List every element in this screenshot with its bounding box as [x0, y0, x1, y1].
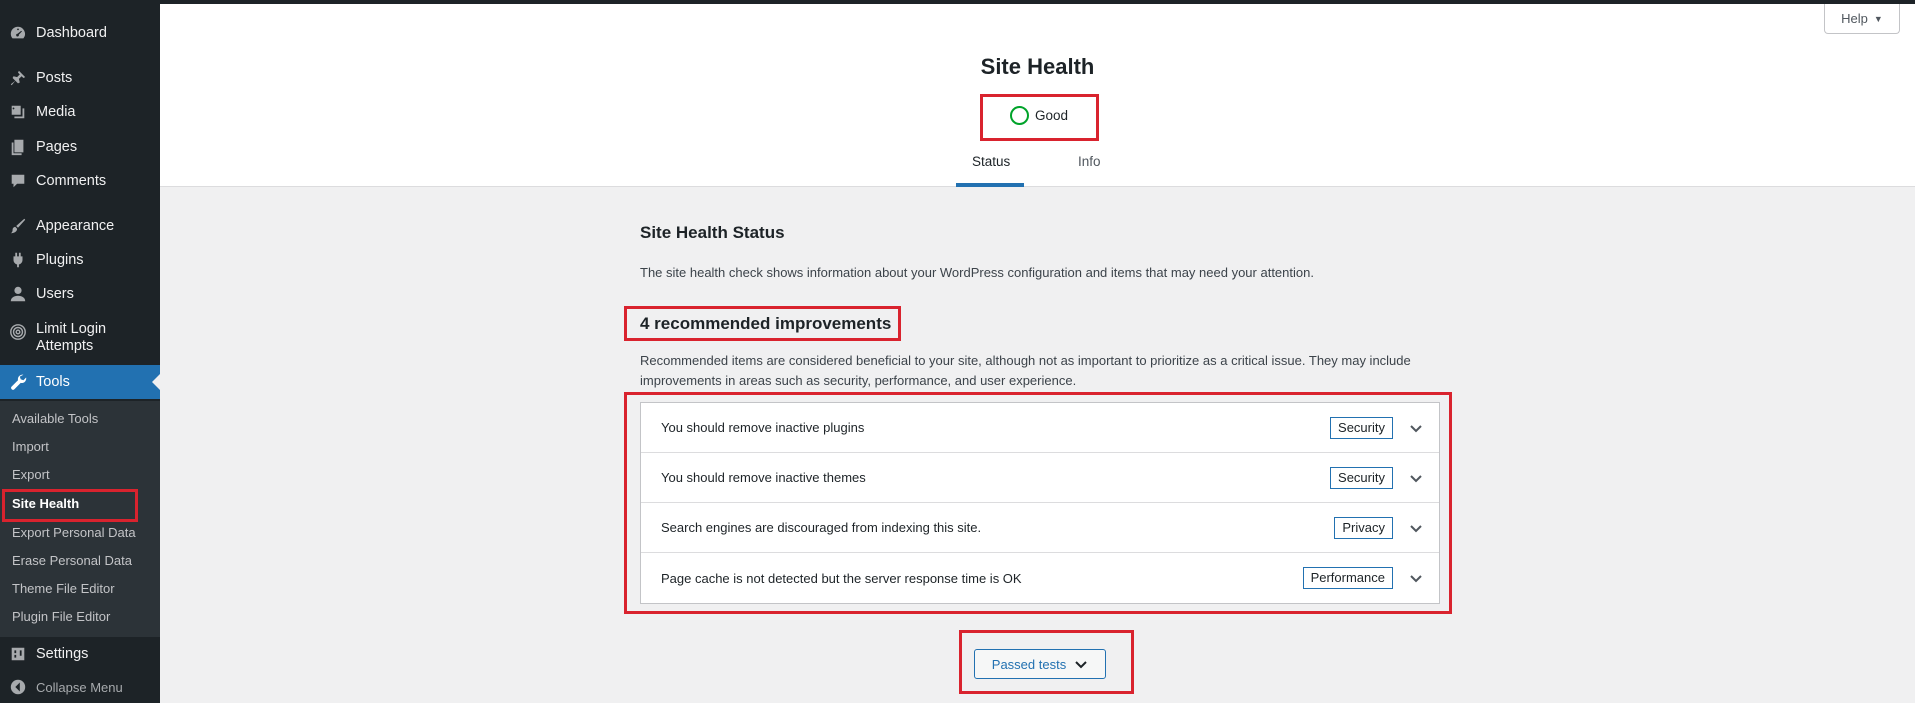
- active-tab-indicator: [956, 183, 1024, 187]
- issue-row[interactable]: Search engines are discouraged from inde…: [641, 503, 1439, 553]
- sidebar-item-plugins[interactable]: Plugins: [0, 243, 160, 277]
- submenu-import[interactable]: Import: [12, 439, 49, 454]
- progress-ring-icon: [1010, 106, 1029, 125]
- issue-title: Page cache is not detected but the serve…: [661, 570, 1022, 586]
- section-description: The site health check shows information …: [640, 265, 1314, 280]
- sidebar-item-comments[interactable]: Comments: [0, 164, 160, 198]
- sidebar-item-tools[interactable]: Tools: [0, 365, 160, 399]
- chevron-down-icon: [1075, 661, 1087, 669]
- sidebar-item-label: Users: [36, 285, 74, 302]
- chevron-down-icon[interactable]: [1409, 421, 1423, 435]
- dashboard-icon: [0, 24, 36, 42]
- issue-row[interactable]: Page cache is not detected but the serve…: [641, 553, 1439, 603]
- submenu-theme-file-editor[interactable]: Theme File Editor: [12, 581, 115, 596]
- sidebar-item-label: Posts: [36, 69, 73, 86]
- sidebar-item-appearance[interactable]: Appearance: [0, 209, 160, 243]
- submenu-site-health[interactable]: Site Health: [12, 496, 79, 511]
- issue-title: Search engines are discouraged from inde…: [661, 520, 982, 535]
- tab-status[interactable]: Status: [972, 154, 1010, 169]
- chevron-down-icon[interactable]: [1409, 571, 1423, 585]
- sidebar-item-label: Dashboard: [36, 24, 107, 41]
- collapse-icon: [0, 678, 36, 696]
- sidebar-item-dashboard[interactable]: Dashboard: [0, 16, 160, 50]
- pages-icon: [0, 138, 36, 156]
- score-label: Good: [1035, 108, 1069, 123]
- sidebar-item-label: Tools: [36, 373, 70, 390]
- issues-list: You should remove inactive plugins Secur…: [640, 402, 1440, 604]
- passed-tests-label: Passed tests: [991, 656, 1067, 672]
- sidebar-item-label: Settings: [36, 645, 89, 662]
- help-button[interactable]: Help ▼: [1824, 4, 1900, 34]
- tools-submenu: Available Tools Import Export Site Healt…: [0, 401, 160, 637]
- page-title: Site Health: [980, 54, 1095, 79]
- sidebar-item-users[interactable]: Users: [0, 277, 160, 311]
- user-icon: [0, 285, 36, 303]
- improvements-description: Recommended items are considered benefic…: [640, 353, 1411, 388]
- issue-title: You should remove inactive themes: [661, 470, 866, 485]
- passed-tests-button[interactable]: Passed tests: [974, 649, 1106, 679]
- caret-down-icon: ▼: [1873, 13, 1883, 24]
- site-health-header: Site Health Good Status Info: [160, 4, 1915, 187]
- submenu-export[interactable]: Export: [12, 467, 50, 482]
- tab-info[interactable]: Info: [1078, 154, 1101, 169]
- issue-title: You should remove inactive plugins: [661, 420, 865, 435]
- issue-badge: Privacy: [1334, 516, 1393, 539]
- improvements-title: 4 recommended improvements: [640, 314, 892, 333]
- sidebar-item-label: Limit Login Attempts: [36, 321, 107, 354]
- sidebar-item-label: Media: [36, 103, 76, 120]
- issue-badge: Performance: [1302, 567, 1393, 589]
- sidebar-item-limit-login-attempts[interactable]: Limit Login Attempts: [0, 315, 160, 361]
- sidebar-item-label: Plugins: [36, 251, 84, 268]
- sidebar-item-pages[interactable]: Pages: [0, 130, 160, 164]
- section-title: Site Health Status: [640, 223, 785, 242]
- issue-badge: Security: [1330, 466, 1393, 489]
- site-health-score: Good: [1010, 106, 1068, 125]
- pushpin-icon: [0, 69, 36, 87]
- media-icon: [0, 103, 36, 121]
- comment-icon: [0, 172, 36, 190]
- chevron-down-icon[interactable]: [1409, 521, 1423, 535]
- chevron-down-icon[interactable]: [1409, 471, 1423, 485]
- plugin-icon: [0, 251, 36, 269]
- sidebar-item-label: Comments: [36, 172, 107, 189]
- sidebar-item-label: Appearance: [36, 217, 115, 234]
- submenu-plugin-file-editor[interactable]: Plugin File Editor: [12, 609, 110, 624]
- sidebar-item-label: Pages: [36, 138, 78, 155]
- sidebar-item-posts[interactable]: Posts: [0, 61, 160, 95]
- admin-sidebar: Dashboard Posts Media Pages Comments App…: [0, 0, 160, 703]
- current-menu-arrow: [152, 374, 160, 390]
- sidebar-item-settings[interactable]: Settings: [0, 637, 160, 671]
- submenu-export-personal-data[interactable]: Export Personal Data: [12, 525, 136, 540]
- sidebar-item-label: Collapse Menu: [36, 679, 123, 695]
- collapse-menu-button[interactable]: Collapse Menu: [0, 670, 160, 703]
- settings-icon: [0, 645, 36, 663]
- issue-row[interactable]: You should remove inactive plugins Secur…: [641, 403, 1439, 453]
- submenu-erase-personal-data[interactable]: Erase Personal Data: [12, 553, 132, 568]
- issue-row[interactable]: You should remove inactive themes Securi…: [641, 453, 1439, 503]
- wrench-icon: [0, 373, 36, 391]
- paintbrush-icon: [0, 217, 36, 235]
- issue-badge: Security: [1330, 416, 1393, 439]
- fingerprint-icon: [0, 321, 36, 341]
- help-label: Help: [1841, 11, 1868, 26]
- sidebar-item-media[interactable]: Media: [0, 95, 160, 129]
- submenu-available-tools[interactable]: Available Tools: [12, 411, 98, 426]
